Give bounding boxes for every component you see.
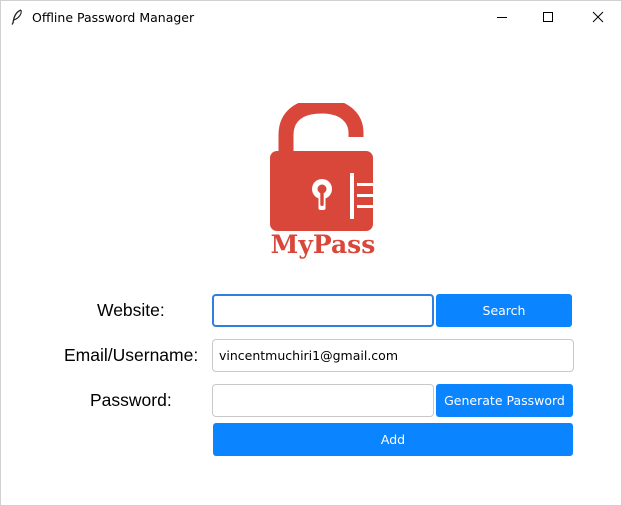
email-label: Email/Username:	[64, 345, 199, 365]
email-input[interactable]	[212, 339, 574, 372]
password-label: Password:	[90, 390, 172, 410]
app-window: Offline Password Manager MyPass Website:…	[0, 0, 622, 506]
generate-password-button[interactable]: Generate Password	[436, 384, 573, 417]
add-button[interactable]: Add	[213, 423, 573, 456]
minimize-icon	[497, 17, 507, 18]
window-title: Offline Password Manager	[32, 10, 195, 25]
close-icon	[592, 11, 604, 23]
website-input[interactable]	[212, 294, 434, 327]
maximize-button[interactable]	[525, 1, 571, 33]
maximize-icon	[543, 12, 553, 22]
logo-text: MyPass	[270, 230, 376, 259]
minimize-button[interactable]	[479, 1, 525, 33]
feather-icon	[11, 9, 23, 25]
password-input[interactable]	[212, 384, 434, 417]
search-button[interactable]: Search	[436, 294, 572, 327]
website-label: Website:	[97, 300, 165, 320]
close-button[interactable]	[575, 1, 621, 33]
title-bar[interactable]: Offline Password Manager	[1, 1, 621, 33]
